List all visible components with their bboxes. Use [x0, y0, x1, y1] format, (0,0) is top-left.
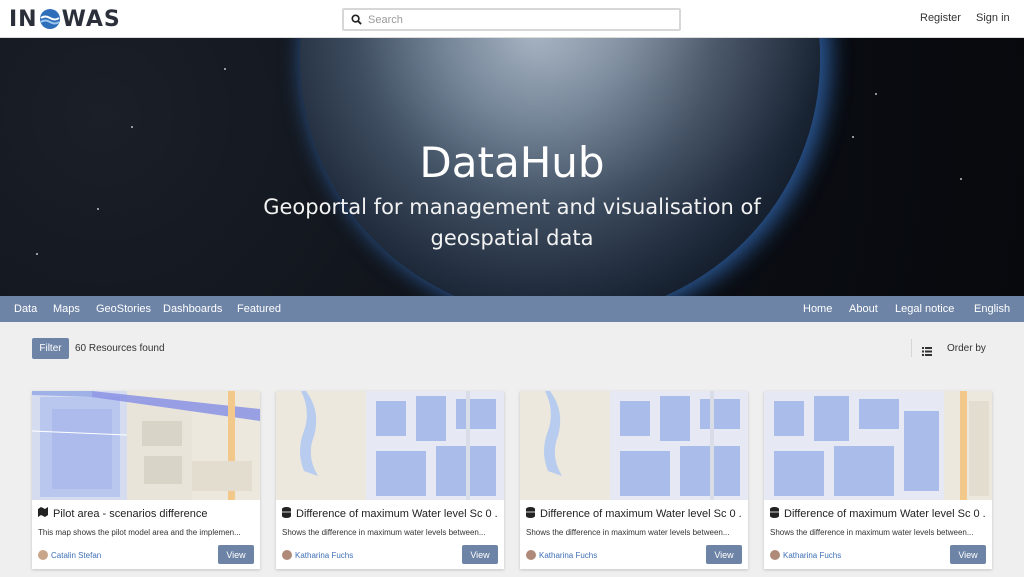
card-author[interactable]: Katharina Fuchs [770, 550, 841, 560]
map-thumbnail[interactable] [32, 391, 260, 500]
author-name[interactable]: Katharina Fuchs [295, 551, 353, 560]
nav-featured[interactable]: Featured [237, 303, 281, 315]
inowas-logo[interactable]: IN WAS [9, 6, 121, 32]
filter-button[interactable]: Filter [32, 338, 69, 359]
nav-legal-notice[interactable]: Legal notice [895, 303, 954, 315]
database-icon [770, 507, 779, 521]
card-title-text: Difference of maximum Water level Sc 0 .… [540, 508, 742, 520]
hero-banner: DataHub Geoportal for management and vis… [0, 38, 1024, 296]
map-thumbnail[interactable] [276, 391, 504, 500]
card-title[interactable]: Pilot area - scenarios difference [38, 507, 254, 520]
toolbar-divider [911, 339, 912, 357]
search-icon[interactable] [344, 14, 368, 25]
nav-about[interactable]: About [849, 303, 878, 315]
star [875, 93, 877, 95]
card-title-text: Difference of maximum Water level Sc 0 .… [296, 508, 498, 520]
logo-wave-icon [39, 8, 61, 30]
sign-in-link[interactable]: Sign in [976, 12, 1010, 24]
logo-text-left: IN [9, 6, 38, 32]
resources-count: 60 Resources found [75, 343, 165, 354]
star [224, 68, 226, 70]
author-name[interactable]: Katharina Fuchs [539, 551, 597, 560]
avatar [38, 550, 48, 560]
database-icon [282, 507, 291, 521]
card-title-text: Difference of maximum Water level Sc 0 .… [784, 508, 986, 520]
avatar [770, 550, 780, 560]
main-nav: Data Maps GeoStories Dashboards Featured… [0, 296, 1024, 322]
card-title[interactable]: Difference of maximum Water level Sc 0 .… [282, 507, 498, 521]
view-button[interactable]: View [950, 545, 986, 564]
avatar [526, 550, 536, 560]
search-box[interactable] [342, 8, 681, 31]
nav-home[interactable]: Home [803, 303, 832, 315]
view-button[interactable]: View [706, 545, 742, 564]
search-input[interactable] [368, 13, 668, 26]
resource-card[interactable]: Pilot area - scenarios difference This m… [32, 391, 260, 569]
avatar [282, 550, 292, 560]
order-by-dropdown[interactable]: Order by [947, 343, 986, 354]
card-author[interactable]: Catalin Stefan [38, 550, 101, 560]
card-author[interactable]: Katharina Fuchs [526, 550, 597, 560]
author-name[interactable]: Katharina Fuchs [783, 551, 841, 560]
list-view-icon[interactable] [922, 343, 932, 361]
card-title-text: Pilot area - scenarios difference [53, 507, 208, 520]
map-thumbnail[interactable] [520, 391, 748, 500]
card-title[interactable]: Difference of maximum Water level Sc 0 .… [526, 507, 742, 521]
nav-data[interactable]: Data [14, 303, 37, 315]
hero-title: DataHub [419, 138, 605, 187]
star [97, 208, 99, 210]
register-link[interactable]: Register [920, 12, 961, 24]
card-description: This map shows the pilot model area and … [38, 528, 241, 537]
top-header: IN WAS Register Sign in [0, 0, 1024, 38]
view-button[interactable]: View [462, 545, 498, 564]
card-description: Shows the difference in maximum water le… [282, 528, 486, 537]
star [131, 126, 133, 128]
nav-language[interactable]: English [974, 303, 1010, 315]
hero-subtitle: Geoportal for management and visualisati… [263, 195, 761, 250]
nav-maps[interactable]: Maps [53, 303, 80, 315]
card-description: Shows the difference in maximum water le… [770, 528, 974, 537]
view-button[interactable]: View [218, 545, 254, 564]
resource-card[interactable]: Difference of maximum Water level Sc 0 .… [276, 391, 504, 569]
map-thumbnail[interactable] [764, 391, 992, 500]
card-description: Shows the difference in maximum water le… [526, 528, 730, 537]
nav-dashboards[interactable]: Dashboards [163, 303, 222, 315]
nav-geostories[interactable]: GeoStories [96, 303, 151, 315]
database-icon [526, 507, 535, 521]
card-author[interactable]: Katharina Fuchs [282, 550, 353, 560]
map-icon [38, 507, 48, 520]
star [36, 253, 38, 255]
logo-text-right: WAS [61, 6, 121, 32]
resource-card[interactable]: Difference of maximum Water level Sc 0 .… [764, 391, 992, 569]
resource-card[interactable]: Difference of maximum Water level Sc 0 .… [520, 391, 748, 569]
card-title[interactable]: Difference of maximum Water level Sc 0 .… [770, 507, 986, 521]
author-name[interactable]: Catalin Stefan [51, 551, 101, 560]
